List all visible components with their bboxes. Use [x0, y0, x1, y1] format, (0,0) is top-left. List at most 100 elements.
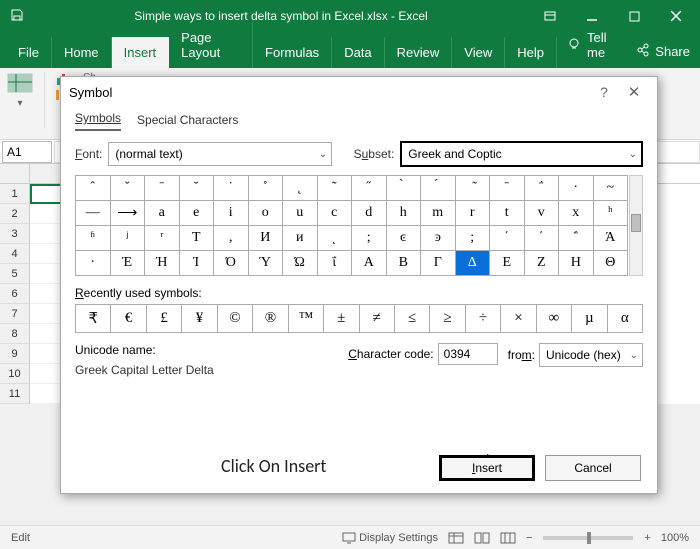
symbol-cell[interactable]: ́: [421, 176, 456, 201]
symbol-cell[interactable]: ͼ: [386, 226, 421, 251]
symbol-cell[interactable]: h: [386, 201, 421, 226]
recent-symbol-cell[interactable]: ©: [217, 305, 252, 333]
row-header[interactable]: 2: [0, 204, 30, 224]
recent-symbol-cell[interactable]: ÷: [465, 305, 500, 333]
tab-data[interactable]: Data: [332, 37, 384, 68]
symbol-cell[interactable]: и: [283, 226, 318, 251]
symbol-cell[interactable]: Γ: [421, 251, 456, 276]
symbol-cell[interactable]: u: [283, 201, 318, 226]
recent-symbol-cell[interactable]: µ: [572, 305, 607, 333]
symbol-grid-scrollbar[interactable]: [629, 175, 643, 276]
recent-symbol-cell[interactable]: €: [111, 305, 146, 333]
ribbon-group-tables[interactable]: ▾: [6, 72, 34, 109]
tab-special-characters[interactable]: Special Characters: [137, 113, 238, 131]
recent-symbol-cell[interactable]: ±: [324, 305, 359, 333]
symbol-cell[interactable]: d: [352, 201, 387, 226]
close-button[interactable]: [656, 2, 696, 30]
zoom-out-button[interactable]: −: [526, 532, 532, 544]
view-page-break-icon[interactable]: [500, 532, 516, 544]
symbol-cell[interactable]: ͽ: [421, 226, 456, 251]
symbol-cell[interactable]: o: [248, 201, 283, 226]
symbol-cell[interactable]: ˆ: [76, 176, 111, 201]
tab-help[interactable]: Help: [505, 37, 557, 68]
symbol-cell[interactable]: ·: [559, 176, 594, 201]
symbol-cell[interactable]: r: [455, 201, 490, 226]
symbol-cell[interactable]: ΐ: [317, 251, 352, 276]
symbol-cell[interactable]: ʳ: [145, 226, 180, 251]
symbol-cell[interactable]: i: [214, 201, 249, 226]
symbol-grid[interactable]: ˆˇˉ˘˙˚˛˜˝̀́̃̄΅·~—⟶aeioucdhmrtvxʰʱʲʳТ,Ииͺ…: [75, 175, 628, 276]
share-button[interactable]: Share: [626, 35, 700, 68]
recent-symbol-cell[interactable]: ®: [253, 305, 288, 333]
name-box[interactable]: A1: [2, 141, 52, 163]
symbol-cell[interactable]: ˉ: [145, 176, 180, 201]
symbol-cell[interactable]: v: [524, 201, 559, 226]
row-header[interactable]: 8: [0, 324, 30, 344]
symbol-cell[interactable]: ̀: [386, 176, 421, 201]
symbol-cell[interactable]: c: [317, 201, 352, 226]
symbol-cell[interactable]: —: [76, 201, 111, 226]
symbol-cell[interactable]: Ζ: [524, 251, 559, 276]
symbol-cell[interactable]: a: [145, 201, 180, 226]
autosave-icon[interactable]: [10, 8, 24, 25]
symbol-cell[interactable]: t: [490, 201, 525, 226]
recent-symbol-cell[interactable]: ≠: [359, 305, 394, 333]
symbol-cell[interactable]: ˙: [214, 176, 249, 201]
symbol-cell[interactable]: Ε: [490, 251, 525, 276]
symbol-cell[interactable]: Т: [179, 226, 214, 251]
symbol-cell[interactable]: ΄: [524, 226, 559, 251]
symbol-cell[interactable]: Ώ: [283, 251, 318, 276]
symbol-cell[interactable]: ˜: [317, 176, 352, 201]
symbol-cell[interactable]: Ό: [214, 251, 249, 276]
tab-symbols[interactable]: Symbols: [75, 111, 121, 131]
recent-symbol-cell[interactable]: ≤: [394, 305, 429, 333]
symbol-cell[interactable]: ˛: [283, 176, 318, 201]
recent-symbol-cell[interactable]: α: [607, 305, 642, 333]
symbol-cell[interactable]: ,: [214, 226, 249, 251]
insert-button[interactable]: Insert: [439, 455, 535, 481]
tab-page-layout[interactable]: Page Layout: [169, 22, 253, 68]
dialog-close-button[interactable]: ✕: [619, 83, 649, 101]
tell-me[interactable]: Tell me: [557, 22, 626, 68]
zoom-slider[interactable]: [543, 536, 633, 540]
symbol-cell[interactable]: ʰ: [593, 201, 628, 226]
symbol-cell[interactable]: ⟶: [110, 201, 145, 226]
symbol-cell[interactable]: Ή: [145, 251, 180, 276]
zoom-level[interactable]: 100%: [661, 532, 689, 544]
symbol-cell[interactable]: И: [248, 226, 283, 251]
symbol-cell[interactable]: ˇ: [110, 176, 145, 201]
symbol-cell[interactable]: ;: [455, 226, 490, 251]
symbol-cell[interactable]: Ί: [179, 251, 214, 276]
symbol-cell[interactable]: Β: [386, 251, 421, 276]
symbol-cell[interactable]: Ύ: [248, 251, 283, 276]
symbol-cell[interactable]: ΅: [559, 226, 594, 251]
select-all-corner[interactable]: [0, 164, 30, 183]
row-header[interactable]: 11: [0, 384, 30, 404]
tab-view[interactable]: View: [452, 37, 505, 68]
symbol-cell[interactable]: ΄: [490, 226, 525, 251]
cancel-button[interactable]: Cancel: [545, 455, 641, 481]
row-header[interactable]: 1: [0, 184, 30, 204]
symbol-cell[interactable]: ͺ: [317, 226, 352, 251]
symbol-cell[interactable]: ˝: [352, 176, 387, 201]
recent-symbol-cell[interactable]: ¥: [182, 305, 217, 333]
symbol-cell[interactable]: m: [421, 201, 456, 226]
symbol-cell[interactable]: ̄: [490, 176, 525, 201]
symbol-cell[interactable]: ˘: [179, 176, 214, 201]
symbol-cell[interactable]: ·: [76, 251, 111, 276]
row-header[interactable]: 4: [0, 244, 30, 264]
tab-home[interactable]: Home: [52, 37, 112, 68]
recent-symbol-cell[interactable]: ×: [501, 305, 536, 333]
recent-symbols-grid[interactable]: ₹€£¥©®™±≠≤≥÷×∞µα: [75, 304, 643, 333]
view-normal-icon[interactable]: [448, 532, 464, 544]
symbol-cell[interactable]: Δ: [455, 251, 490, 276]
help-button[interactable]: ?: [589, 84, 619, 100]
dialog-title-bar[interactable]: Symbol ? ✕: [61, 77, 657, 107]
recent-symbol-cell[interactable]: ≥: [430, 305, 465, 333]
zoom-in-button[interactable]: +: [644, 532, 650, 544]
symbol-cell[interactable]: ʲ: [110, 226, 145, 251]
symbol-cell[interactable]: Α: [352, 251, 387, 276]
symbol-cell[interactable]: ;: [352, 226, 387, 251]
symbol-cell[interactable]: ʱ: [76, 226, 111, 251]
symbol-cell[interactable]: Έ: [110, 251, 145, 276]
